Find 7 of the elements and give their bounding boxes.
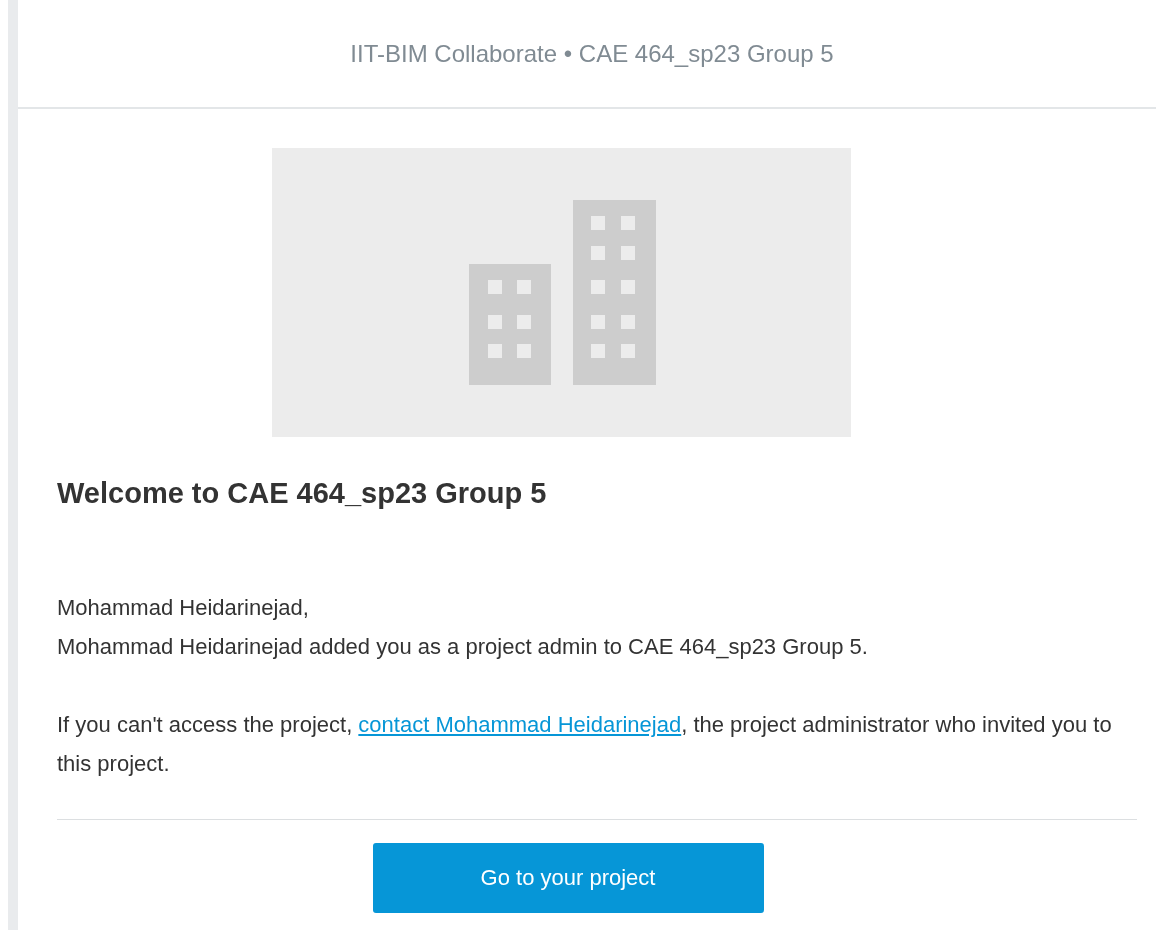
go-to-project-button[interactable]: Go to your project: [372, 843, 764, 913]
help-text: If you can't access the project, contact Mohammad Heidarinejad, the project administrator who invited you to this project.: [57, 711, 1113, 778]
email-header-title: IIT-BIM Collaborate • CAE 464_sp23 Group 5: [350, 39, 834, 68]
contact-link[interactable]: contact Mohammad Heidarinejad: [358, 712, 682, 737]
message-text: Mohammad Heidarinejad added you as a project admin to CAE 464_sp23 Group 5.: [57, 634, 868, 659]
greeting-text: Mohammad Heidarinejad,: [57, 595, 309, 620]
welcome-heading: Welcome to CAE 464_sp23 Group 5: [57, 477, 548, 510]
